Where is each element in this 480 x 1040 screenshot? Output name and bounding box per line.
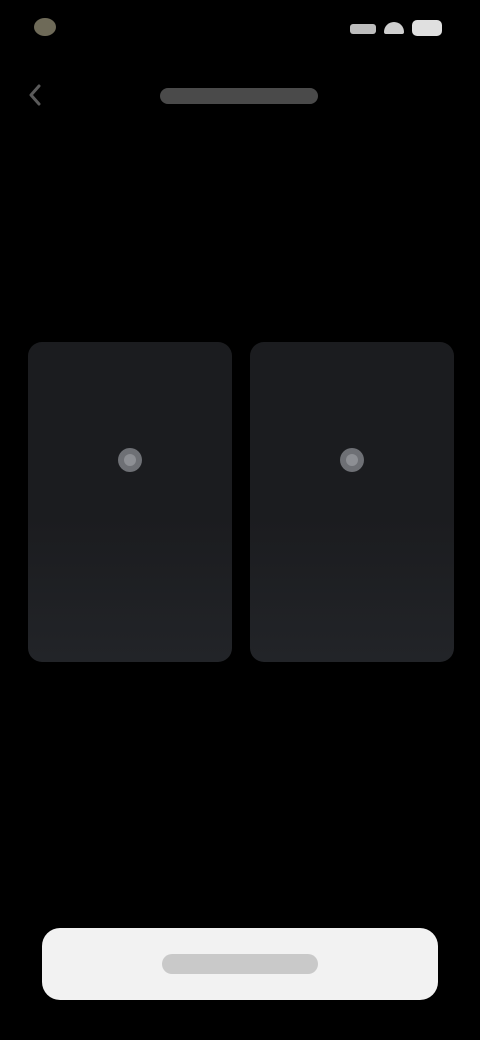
status-time [36, 16, 126, 38]
option-card-1[interactable] [28, 342, 232, 662]
option-card-2[interactable] [250, 342, 454, 662]
button-label-placeholder [162, 954, 318, 974]
status-icons [350, 16, 450, 38]
sparkle-icon [332, 440, 372, 480]
option-label-2 [260, 512, 444, 534]
battery-icon [412, 20, 442, 36]
continue-button[interactable] [42, 928, 438, 1000]
sparkle-icon [110, 440, 150, 480]
wifi-icon [384, 22, 404, 34]
signal-icon [350, 24, 376, 34]
chevron-left-icon [28, 84, 42, 106]
page-title-placeholder [160, 88, 318, 104]
option-cards [28, 342, 460, 666]
app-screen [0, 0, 480, 1040]
option-label-1 [38, 512, 222, 534]
back-button[interactable] [18, 78, 52, 112]
status-bar [0, 0, 480, 56]
